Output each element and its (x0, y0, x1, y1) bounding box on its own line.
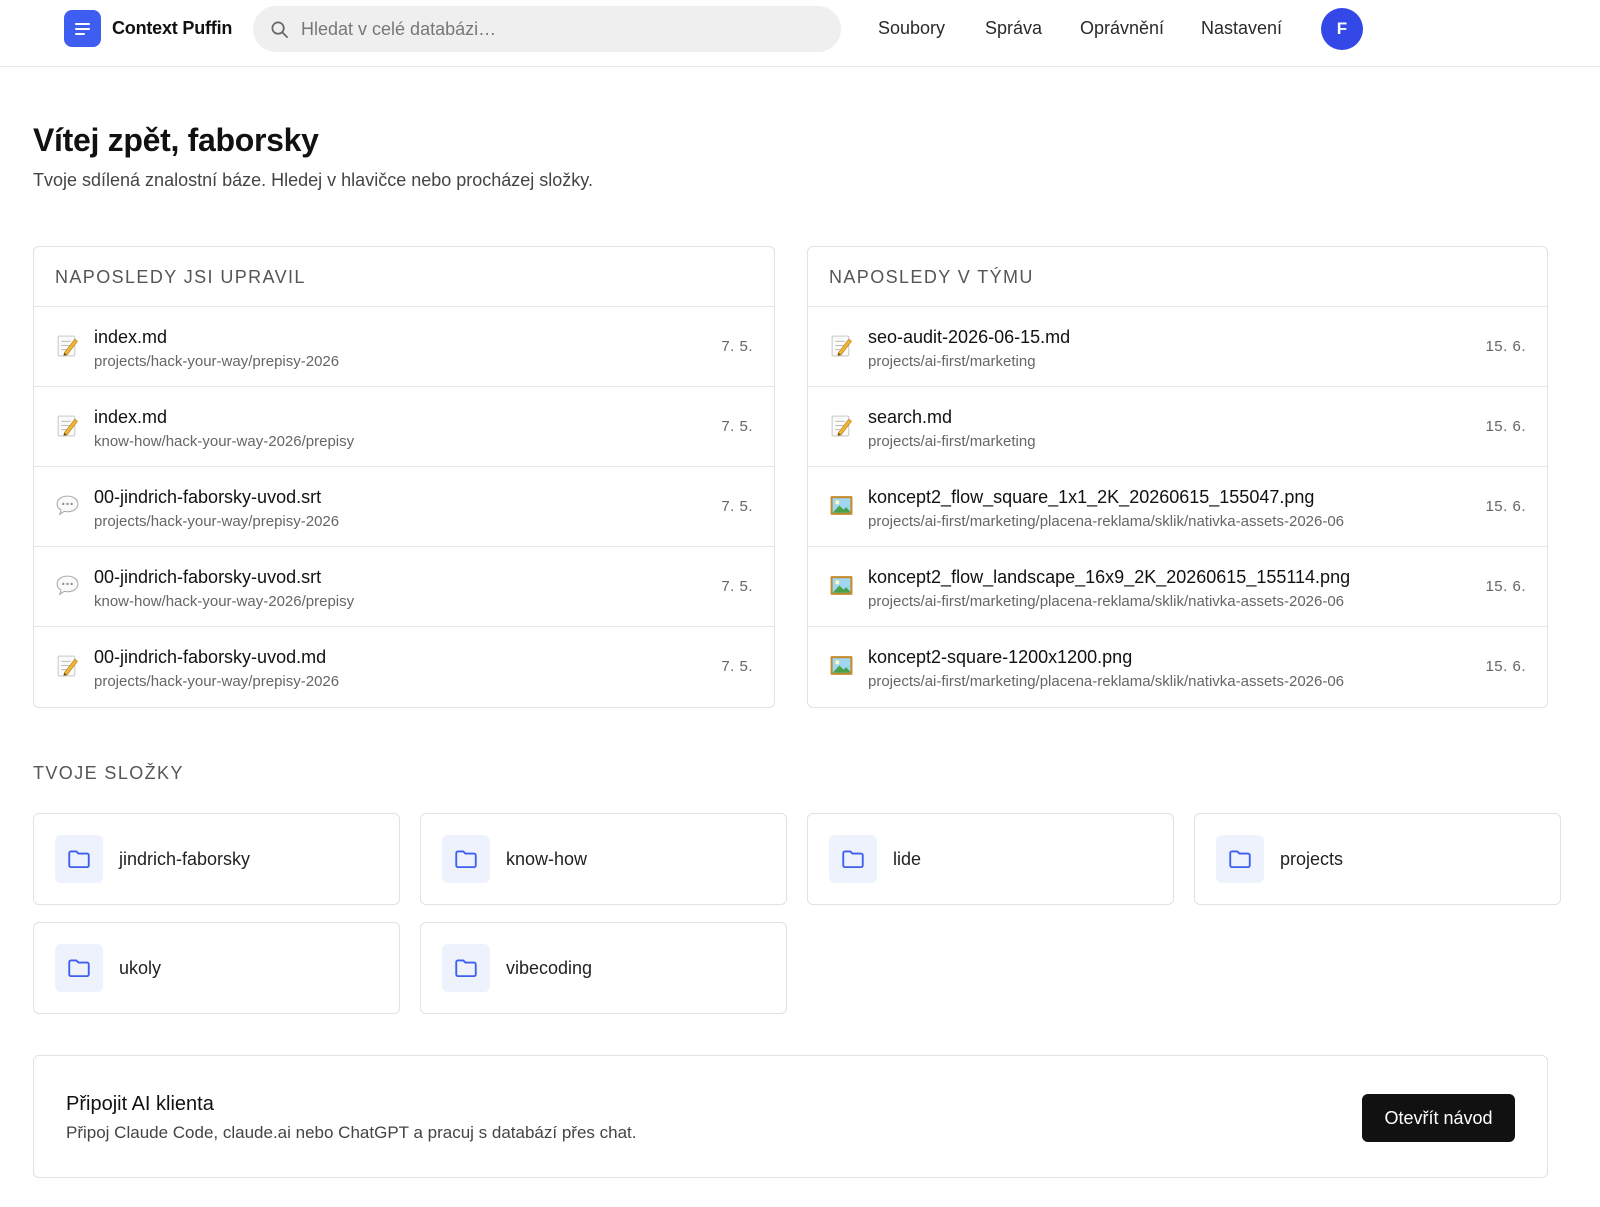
file-row[interactable]: 00-jindrich-faborsky-uvod.srt projects/ha… (34, 467, 774, 547)
folder-icon (829, 835, 877, 883)
nav-settings[interactable]: Nastavení (1201, 18, 1282, 39)
file-date: 15. 6. (1485, 498, 1526, 515)
folder-icon (1216, 835, 1264, 883)
file-row[interactable]: index.md know-how/hack-your-way-2026/prep… (34, 387, 774, 467)
file-name[interactable]: index.md (94, 407, 167, 428)
file-path: projects/hack-your-way/prepisy-2026 (94, 673, 340, 690)
file-path: projects/hack-your-way/prepisy-2026 (94, 513, 340, 530)
nav-files[interactable]: Soubory (878, 18, 945, 39)
file-path: projects/ai-first/marketing/placena-rekl… (868, 593, 1345, 610)
ai-client-card: Připojit AI klienta Připoj Claude Code, … (33, 1055, 1548, 1178)
file-row[interactable]: koncept2_flow_landscape_16x9_2K_20260615… (808, 547, 1547, 627)
page-subtitle: Tvoje sdílená znalostní báze. Hledej v h… (33, 170, 593, 190)
file-name[interactable]: 00-jindrich-faborsky-uvod.srt (94, 567, 321, 588)
user-avatar[interactable]: F (1321, 8, 1363, 50)
file-date: 7. 5. (721, 498, 753, 515)
folder-label: projects (1280, 849, 1344, 869)
page-title: Vítej zpět, faborsky (33, 122, 319, 158)
file-name[interactable]: search.md (868, 407, 952, 428)
file-name[interactable]: koncept2_flow_square_1x1_2K_20260615_155… (868, 487, 1314, 508)
file-path: projects/ai-first/marketing/placena-rekl… (868, 513, 1345, 530)
memo-icon (55, 413, 80, 438)
image-icon (829, 653, 854, 678)
folder-card[interactable]: lide (807, 813, 1174, 905)
file-date: 15. 6. (1485, 578, 1526, 595)
file-date: 7. 5. (721, 338, 753, 355)
nav-permissions[interactable]: Oprávnění (1080, 18, 1164, 39)
folder-card[interactable]: ukoly (33, 922, 400, 1014)
memo-icon (829, 333, 854, 358)
folder-label: know-how (506, 849, 588, 869)
file-row[interactable]: 00-jindrich-faborsky-uvod.srt know-how/ha… (34, 547, 774, 627)
file-name[interactable]: seo-audit-2026-06-15.md (868, 327, 1070, 348)
brand-name[interactable]: Context Puffin (112, 18, 232, 39)
app-logo-icon[interactable] (64, 10, 101, 47)
folder-icon (55, 944, 103, 992)
memo-icon (55, 653, 80, 678)
folder-icon (442, 835, 490, 883)
folder-card[interactable]: projects (1194, 813, 1561, 905)
file-row[interactable]: index.md projects/hack-your-way/prepisy-2… (34, 307, 774, 387)
file-date: 7. 5. (721, 418, 753, 435)
memo-icon (55, 333, 80, 358)
card-heading: NAPOSLEDY JSI UPRAVIL (34, 247, 774, 307)
file-path: know-how/hack-your-way-2026/prepisy (94, 433, 355, 450)
file-path: projects/ai-first/marketing (868, 353, 1036, 370)
file-path: projects/hack-your-way/prepisy-2026 (94, 353, 340, 370)
folder-icon (55, 835, 103, 883)
recent-mine-card: NAPOSLEDY JSI UPRAVIL index.md projects/h… (33, 246, 775, 708)
folder-icon (442, 944, 490, 992)
folder-label: vibecoding (506, 958, 593, 978)
search-input[interactable] (301, 6, 821, 52)
folder-label: ukoly (119, 958, 162, 978)
speech-bubble-icon (55, 573, 80, 598)
open-guide-button[interactable]: Otevřít návod (1362, 1094, 1515, 1142)
nav-admin[interactable]: Správa (985, 18, 1042, 39)
search-bar[interactable] (253, 6, 841, 52)
image-icon (829, 573, 854, 598)
file-name[interactable]: index.md (94, 327, 167, 348)
file-path: projects/ai-first/marketing (868, 433, 1036, 450)
search-icon (271, 21, 288, 38)
file-row[interactable]: seo-audit-2026-06-15.md projects/ai-first… (808, 307, 1547, 387)
file-row[interactable]: 00-jindrich-faborsky-uvod.md projects/hac… (34, 627, 774, 707)
file-date: 7. 5. (721, 578, 753, 595)
ai-client-title: Připojit AI klienta (66, 1093, 214, 1115)
file-name[interactable]: 00-jindrich-faborsky-uvod.md (94, 647, 326, 668)
file-date: 15. 6. (1485, 658, 1526, 675)
file-path: know-how/hack-your-way-2026/prepisy (94, 593, 355, 610)
file-name[interactable]: koncept2-square-1200x1200.png (868, 647, 1132, 668)
ai-client-description: Připoj Claude Code, claude.ai nebo ChatG… (66, 1123, 637, 1142)
file-date: 15. 6. (1485, 338, 1526, 355)
folder-card[interactable]: vibecoding (420, 922, 787, 1014)
speech-bubble-icon (55, 493, 80, 518)
file-date: 7. 5. (721, 658, 753, 675)
memo-icon (829, 413, 854, 438)
folder-card[interactable]: jindrich-faborsky (33, 813, 400, 905)
folder-label: lide (893, 849, 922, 869)
file-date: 15. 6. (1485, 418, 1526, 435)
recent-team-card: NAPOSLEDY V TÝMU seo-audit-2026-06-15.md… (807, 246, 1548, 708)
file-row[interactable]: koncept2-square-1200x1200.png projects/ai… (808, 627, 1547, 707)
file-row[interactable]: koncept2_flow_square_1x1_2K_20260615_155… (808, 467, 1547, 547)
image-icon (829, 493, 854, 518)
folder-card[interactable]: know-how (420, 813, 787, 905)
card-heading: NAPOSLEDY V TÝMU (808, 247, 1547, 307)
top-header: Context Puffin Soubory Správa Oprávnění … (0, 0, 1600, 67)
file-name[interactable]: koncept2_flow_landscape_16x9_2K_20260615… (868, 567, 1350, 588)
folder-label: jindrich-faborsky (119, 849, 251, 869)
file-path: projects/ai-first/marketing/placena-rekl… (868, 673, 1345, 690)
file-name[interactable]: 00-jindrich-faborsky-uvod.srt (94, 487, 321, 508)
folders-heading: TVOJE SLOŽKY (33, 763, 184, 783)
file-row[interactable]: search.md projects/ai-first/marketing 15. … (808, 387, 1547, 467)
